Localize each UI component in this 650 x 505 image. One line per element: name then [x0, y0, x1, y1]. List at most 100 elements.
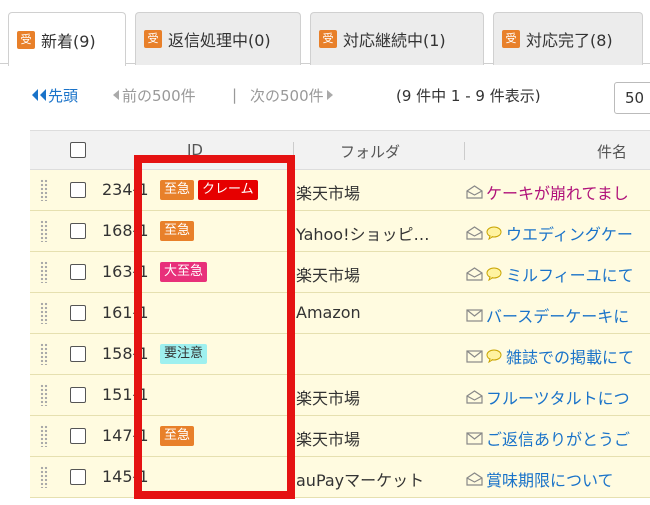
tab-ongoing[interactable]: 受 対応継続中(1)	[310, 12, 484, 65]
drag-handle-icon[interactable]	[40, 220, 48, 242]
drag-handle-icon[interactable]	[40, 466, 48, 488]
mail-icon	[466, 350, 483, 363]
pager-separator: |	[232, 86, 238, 104]
next-page-link[interactable]: 次の500件	[250, 85, 336, 106]
table-header: ID フォルダ 件名	[30, 130, 650, 170]
priority-badge: 要注意	[160, 344, 208, 364]
row-subject[interactable]: ご返信ありがとうご	[466, 426, 630, 450]
row-subject-text[interactable]: ミルフィーユにて	[506, 262, 634, 286]
row-checkbox[interactable]	[70, 346, 86, 362]
tab-new-label: 新着(9)	[41, 31, 96, 51]
tab-replying-label: 返信処理中(0)	[168, 31, 271, 50]
badge-group: 至急	[160, 221, 195, 241]
row-checkbox[interactable]	[70, 182, 86, 198]
row-subject[interactable]: 雑誌での掲載にて	[466, 344, 634, 368]
comment-bubble-icon	[486, 226, 502, 240]
table-row[interactable]: 234-1 至急 クレーム 楽天市場 ケーキが崩れてまし	[30, 170, 650, 211]
inbox-icon: 受	[502, 30, 520, 48]
row-subject-text[interactable]: ウエディングケー	[506, 221, 633, 245]
row-checkbox[interactable]	[70, 223, 86, 239]
drag-handle-icon[interactable]	[40, 302, 48, 324]
row-checkbox[interactable]	[70, 264, 86, 280]
column-header-id[interactable]: ID	[187, 141, 203, 159]
table-row[interactable]: 163-1 大至急 楽天市場 ミルフィーユにて	[30, 252, 650, 293]
per-page-value: 50	[625, 89, 645, 107]
row-folder: 楽天市場	[296, 430, 361, 449]
row-checkbox[interactable]	[70, 428, 86, 444]
row-id: 168-1	[102, 221, 149, 240]
drag-handle-icon[interactable]	[40, 384, 48, 406]
row-id: 163-1	[102, 262, 149, 281]
badge-group: 大至急	[160, 262, 208, 282]
table-row[interactable]: 151-1 楽天市場 フルーツタルトにつ	[30, 375, 650, 416]
right-arrow-icon	[326, 90, 333, 100]
badge-group: 要注意	[160, 344, 208, 364]
row-id: 145-1	[102, 467, 149, 486]
row-checkbox[interactable]	[70, 469, 86, 485]
row-folder: 楽天市場	[296, 266, 361, 285]
first-page-label: 先頭	[48, 86, 79, 105]
tab-completed[interactable]: 受 対応完了(8)	[493, 12, 643, 65]
column-header-folder[interactable]: フォルダ	[340, 141, 400, 162]
row-checkbox[interactable]	[70, 387, 86, 403]
tab-replying[interactable]: 受 返信処理中(0)	[135, 12, 301, 65]
row-folder: Yahoo!ショッピ…	[296, 225, 430, 244]
row-subject-text[interactable]: バースデーケーキに	[486, 303, 629, 327]
row-subject-text[interactable]: 雑誌での掲載にて	[506, 344, 634, 368]
row-subject-text[interactable]: 賞味期限について	[486, 467, 614, 491]
table-row[interactable]: 168-1 至急 Yahoo!ショッピ… ウエディングケー	[30, 211, 650, 252]
comment-bubble-icon	[486, 349, 502, 363]
inbox-icon: 受	[144, 30, 162, 48]
badge-group: 至急	[160, 426, 195, 446]
row-subject[interactable]: ミルフィーユにて	[466, 262, 634, 286]
priority-badge: 至急	[160, 180, 195, 200]
drag-handle-icon[interactable]	[40, 179, 48, 201]
inbox-icon: 受	[319, 30, 337, 48]
first-page-link[interactable]: 先頭	[30, 85, 78, 106]
row-id: 151-1	[102, 385, 149, 404]
mail-opened-icon	[466, 390, 483, 404]
row-folder: 楽天市場	[296, 184, 361, 203]
drag-handle-icon[interactable]	[40, 261, 48, 283]
row-subject-text[interactable]: ご返信ありがとうご	[486, 426, 630, 450]
row-folder: Amazon	[296, 303, 361, 322]
tab-new[interactable]: 受 新着(9)	[8, 12, 126, 66]
mail-opened-icon	[466, 267, 483, 281]
priority-badge: 至急	[160, 426, 195, 446]
prev-page-label: 前の500件	[122, 86, 196, 105]
row-checkbox[interactable]	[70, 305, 86, 321]
column-divider[interactable]	[293, 142, 294, 160]
row-id: 161-1	[102, 303, 149, 322]
row-folder: 楽天市場	[296, 389, 361, 408]
row-folder: auPayマーケット	[296, 471, 425, 490]
row-subject[interactable]: 賞味期限について	[466, 467, 614, 491]
mail-icon	[466, 432, 483, 445]
tab-ongoing-label: 対応継続中(1)	[343, 31, 446, 50]
pagination-bar: 先頭 前の500件 | 次の500件 (9 件中 1 - 9 件表示) 50	[0, 64, 650, 126]
drag-handle-icon[interactable]	[40, 343, 48, 365]
tab-bar: 受 新着(9) 受 返信処理中(0) 受 対応継続中(1) 受 対応完了(8)	[0, 0, 650, 66]
row-subject[interactable]: ケーキが崩れてまし	[466, 180, 629, 204]
mail-opened-icon	[466, 185, 483, 199]
table-row[interactable]: 158-1 要注意 雑誌での掲載にて	[30, 334, 650, 375]
inbox-icon: 受	[17, 30, 35, 49]
row-subject[interactable]: バースデーケーキに	[466, 303, 629, 327]
row-subject[interactable]: ウエディングケー	[466, 221, 633, 245]
row-id: 147-1	[102, 426, 149, 445]
row-subject[interactable]: フルーツタルトにつ	[466, 385, 630, 409]
per-page-select[interactable]: 50	[614, 82, 650, 114]
column-header-subject[interactable]: 件名	[597, 141, 627, 162]
select-all-checkbox[interactable]	[70, 142, 86, 158]
row-subject-text[interactable]: フルーツタルトにつ	[486, 385, 630, 409]
row-id: 234-1	[102, 180, 149, 199]
table-row[interactable]: 161-1 Amazon バースデーケーキに	[30, 293, 650, 334]
prev-page-link[interactable]: 前の500件	[110, 85, 196, 106]
column-divider[interactable]	[464, 142, 465, 160]
row-subject-text[interactable]: ケーキが崩れてまし	[486, 180, 629, 204]
table-row[interactable]: 147-1 至急 楽天市場 ご返信ありがとうご	[30, 416, 650, 457]
result-count: (9 件中 1 - 9 件表示)	[396, 86, 541, 105]
priority-badge: 至急	[160, 221, 195, 241]
mail-opened-icon	[466, 472, 483, 486]
table-row[interactable]: 145-1 auPayマーケット 賞味期限について	[30, 457, 650, 498]
drag-handle-icon[interactable]	[40, 425, 48, 447]
